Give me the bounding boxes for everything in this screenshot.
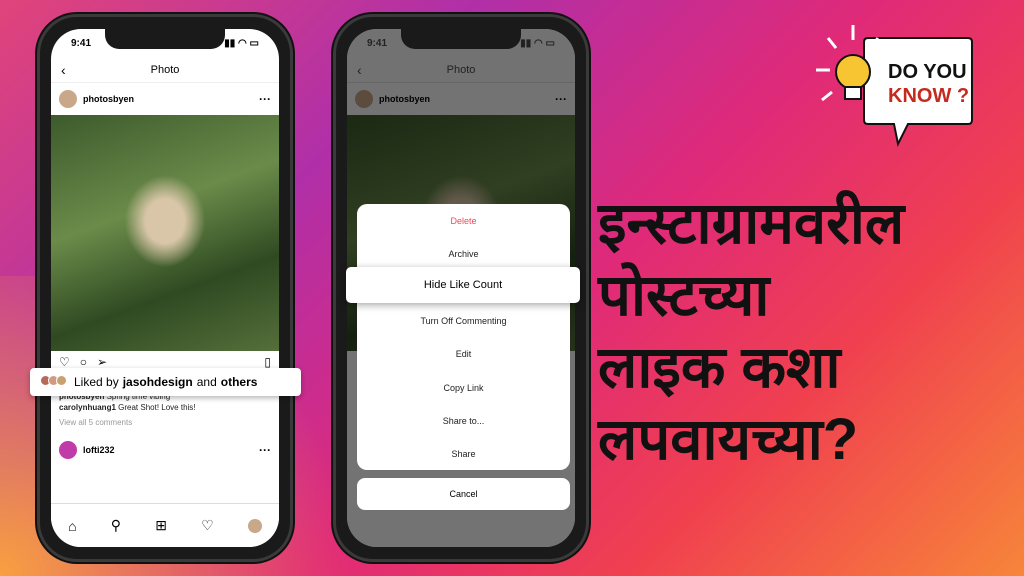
liked-prefix: Liked by [74,375,119,389]
menu-hide-like-count[interactable]: Hide Like Count [346,267,580,303]
notch [105,29,225,49]
view-comments-link[interactable]: View all 5 comments [51,417,279,428]
headline: इन्स्टाग्रामवरील पोस्टच्या लाइक कशा लपवा… [598,188,904,476]
liker-avatars-icon [40,375,67,389]
heart-icon[interactable]: ♡ [201,517,214,534]
comment-user[interactable]: carolynhuang1 [59,403,116,412]
headline-line4: लपवायच्या? [598,407,859,472]
search-icon[interactable]: ⚲ [111,517,121,534]
comment-icon[interactable]: ○ [80,355,87,369]
more-icon[interactable]: ··· [259,443,271,457]
menu-turn-off-commenting[interactable]: Turn Off Commenting [357,304,570,337]
avatar[interactable] [59,90,77,108]
home-icon[interactable]: ⌂ [68,518,76,534]
liked-others[interactable]: others [221,375,258,389]
tab-bar: ⌂ ⚲ ⊞ ♡ [51,503,279,547]
back-icon[interactable]: ‹ [357,62,362,78]
heart-icon[interactable]: ♡ [59,355,70,369]
menu-share[interactable]: Share [357,438,570,471]
menu-archive[interactable]: Archive [357,237,570,270]
avatar[interactable] [59,441,77,459]
bookmark-icon[interactable]: ▯ [264,355,271,369]
comment-text: Great Shot! Love this! [118,403,196,412]
time: 9:41 [367,37,388,49]
menu-share-to[interactable]: Share to... [357,404,570,437]
notch [401,29,521,49]
nav-title: Photo [150,63,180,76]
liked-and: and [196,375,217,389]
time: 9:41 [71,37,92,49]
headline-line3: लाइक कशा [598,335,841,400]
add-icon[interactable]: ⊞ [155,517,167,534]
menu-delete[interactable]: Delete [357,204,570,237]
username[interactable]: photosbyen [83,94,134,104]
share-icon[interactable]: ➢ [97,355,107,369]
left-phone: 9:41 ▮▮ ◠ ▭ ‹ Photo photosbyen ··· ♡ ○ ➢ ▯ pho… [37,14,293,562]
cancel-button[interactable]: Cancel [357,478,570,510]
headline-line2: पोस्टच्या [598,263,770,328]
liked-user[interactable]: jasohdesign [123,375,193,389]
badge-line1: DO YOU [888,61,967,83]
back-icon[interactable]: ‹ [61,62,66,78]
do-you-know-badge: DO YOU KNOW ? [808,20,998,150]
more-icon[interactable]: ··· [259,92,271,106]
profile-icon[interactable] [247,518,262,533]
menu-copy-link[interactable]: Copy Link [357,371,570,404]
options-menu: Delete Archive Turn Off Commenting Edit … [357,204,570,470]
badge-line2: KNOW ? [888,85,970,107]
nav-title: Photo [446,63,476,76]
post-photo [51,115,279,351]
headline-line1: इन्स्टाग्रामवरील [598,191,905,256]
username[interactable]: lofti232 [83,445,115,455]
signal-wifi-battery-icon: ▮▮ ◠ ▭ [224,37,259,49]
signal-wifi-battery-icon: ▮▮ ◠ ▭ [520,37,555,49]
menu-edit[interactable]: Edit [357,338,570,371]
liked-by-banner[interactable]: Liked by jasohdesign and others [30,368,301,396]
